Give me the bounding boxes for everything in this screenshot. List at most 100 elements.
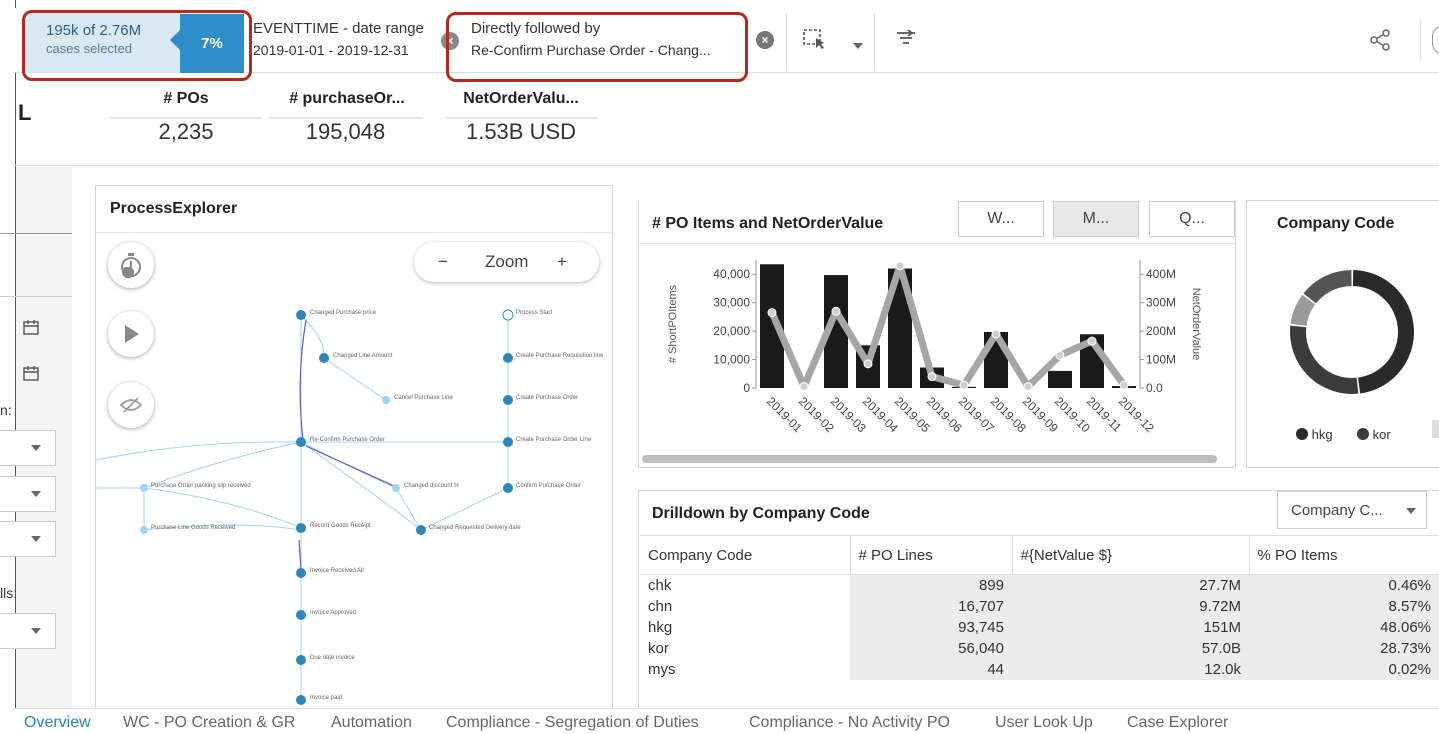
sidebar-dropdown[interactable] [0,430,56,466]
tab-user-look-up[interactable]: User Look Up [995,714,1093,732]
cell-company: chk [640,574,850,596]
legend-scroll[interactable] [1432,420,1439,438]
po-chart-title: # PO Items and NetOrderValue [652,215,884,232]
node-label: Create Purchase Requisition line [516,353,604,359]
kpi-pos-value: 2,235 [158,119,214,144]
tab-compliance-sod[interactable]: Compliance - Segregation of Duties [446,714,699,732]
cell-po-items-pct: 0.46% [1249,574,1439,596]
table-row[interactable]: mys 44 12.0k 0.02% [640,658,1439,680]
column-header[interactable]: # PO Lines [850,535,1013,575]
sidebar-dropdown[interactable] [0,613,56,649]
node-label: Due date invoice [310,655,355,661]
sidebar-dropdown[interactable] [0,521,56,557]
tab-overview[interactable]: Overview [24,714,91,732]
table-row[interactable]: chk 899 27.7M 0.46% [640,574,1439,596]
line-point [895,261,905,271]
cell-po-lines: 56,040 [850,637,1012,659]
calendar-icon[interactable] [22,364,42,382]
cell-net-value: 27.7M [1012,574,1249,596]
tab-case-explorer[interactable]: Case Explorer [1127,714,1228,732]
divider [786,14,787,70]
cell-net-value: 57.0B [1012,637,1249,659]
column-header[interactable]: Company Code [640,535,851,575]
y-tick-label: 40,000 [713,267,750,281]
node-label: Changed discount % [404,483,460,489]
column-header[interactable]: % PO Items [1249,535,1439,575]
sidebar-rule [0,233,72,234]
y2-tick-label: 0.0 [1146,381,1163,395]
sidebar-dropdown[interactable] [0,476,56,512]
legend-kor: kor [1357,427,1391,442]
line-point [1087,336,1097,346]
cell-company: kor [640,637,850,659]
tab-automation[interactable]: Automation [331,714,412,732]
card-divider [638,243,1236,244]
node-label: Invoice Received All [310,568,364,574]
po-combo-chart[interactable]: 0 10,000 20,000 30,000 40,000 0.0 100M 200M 300M… [640,245,1234,465]
filter-date-title[interactable]: EVENTTIME - date range [253,20,424,37]
column-header[interactable]: #{NetValue $} [1012,535,1250,575]
line-point [1055,350,1065,360]
node-label: Invoice Approved [310,610,356,616]
share-icon[interactable] [1368,28,1392,57]
table-row[interactable]: kor 56,040 57.0B 28.73% [640,637,1439,659]
legend-label: hkg [1311,427,1333,442]
chart-scrollbar[interactable] [642,455,1217,463]
donut-slice[interactable] [1303,270,1352,304]
chevron-down-icon [1406,508,1416,514]
zoom-in-button[interactable]: + [557,252,567,272]
table-row[interactable]: chn 16,707 9.72M 8.57% [640,595,1439,617]
y-tick-label: 0 [743,381,750,395]
table-row[interactable]: hkg 93,745 151M 48.06% [640,616,1439,638]
clear-selections-icon[interactable] [894,28,918,55]
y2-tick-label: 200M [1146,324,1176,338]
granularity-week-button[interactable]: W... [958,201,1044,237]
y2-axis-label: NetOrderValue [1190,288,1202,361]
x-tick-label: 2019-12 [1116,394,1157,435]
y-tick-label: 20,000 [713,324,750,338]
drilldown-title: Drilldown by Company Code [652,505,870,522]
y-axis-label: # ShortPOItems [667,284,679,363]
granularity-quarter-button[interactable]: Q... [1149,201,1235,237]
calendar-icon[interactable] [22,318,42,336]
sidebar-rule [0,296,72,297]
drilldown-dimension-select[interactable]: Company C... [1277,491,1427,529]
kpi-net-order-value-title: NetOrderValu... [463,90,579,107]
clear-sequence-filter-icon[interactable]: × [756,31,774,49]
lasso-select-icon[interactable] [802,28,826,55]
company-code-donut[interactable] [1282,262,1422,402]
node-label: Record Goods Receipt [310,523,371,529]
tab-wc-po-creation[interactable]: WC - PO Creation & GR [123,714,295,732]
kpi-purchase-orders-value: 195,048 [305,119,386,144]
cell-po-lines: 44 [850,658,1012,680]
node-label: Changed Requested Delivery date [429,525,521,531]
line-point [1023,382,1033,392]
cell-company: chn [640,595,850,617]
tab-compliance-no-activity[interactable]: Compliance - No Activity PO [749,714,950,732]
line-point [863,359,873,369]
line-point [799,382,809,392]
cell-net-value: 151M [1012,616,1249,638]
legend-marker [1357,428,1369,440]
donut-slice[interactable] [1290,325,1359,394]
filter-date-value[interactable]: 2019-01-01 - 2019-12-31 [253,42,409,58]
chevron-down-icon[interactable] [852,34,864,55]
drilldown-select-label: Company C... [1291,502,1383,519]
zoom-out-button[interactable]: − [438,252,448,272]
table-header-row: Company Code # PO Lines #{NetValue $} % … [640,535,1439,575]
node-label: Process Start [516,310,552,316]
cell-po-lines: 93,745 [850,616,1012,638]
granularity-month-button[interactable]: M... [1053,201,1139,237]
stopwatch-icon[interactable] [108,242,154,288]
node-label: Changed Line Amount [333,353,393,359]
line-point [927,372,937,382]
line-point [959,380,969,390]
donut-slice[interactable] [1352,270,1414,394]
legend-hkg: hkg [1296,427,1333,442]
line-point [831,306,841,316]
help-icon[interactable] [1432,26,1439,54]
process-graph[interactable]: Changed Purchase price Changed Line Amou… [96,290,612,710]
line-point [767,308,777,318]
node-label: Changed Purchase price [310,310,377,316]
y2-tick-label: 100M [1146,353,1176,367]
